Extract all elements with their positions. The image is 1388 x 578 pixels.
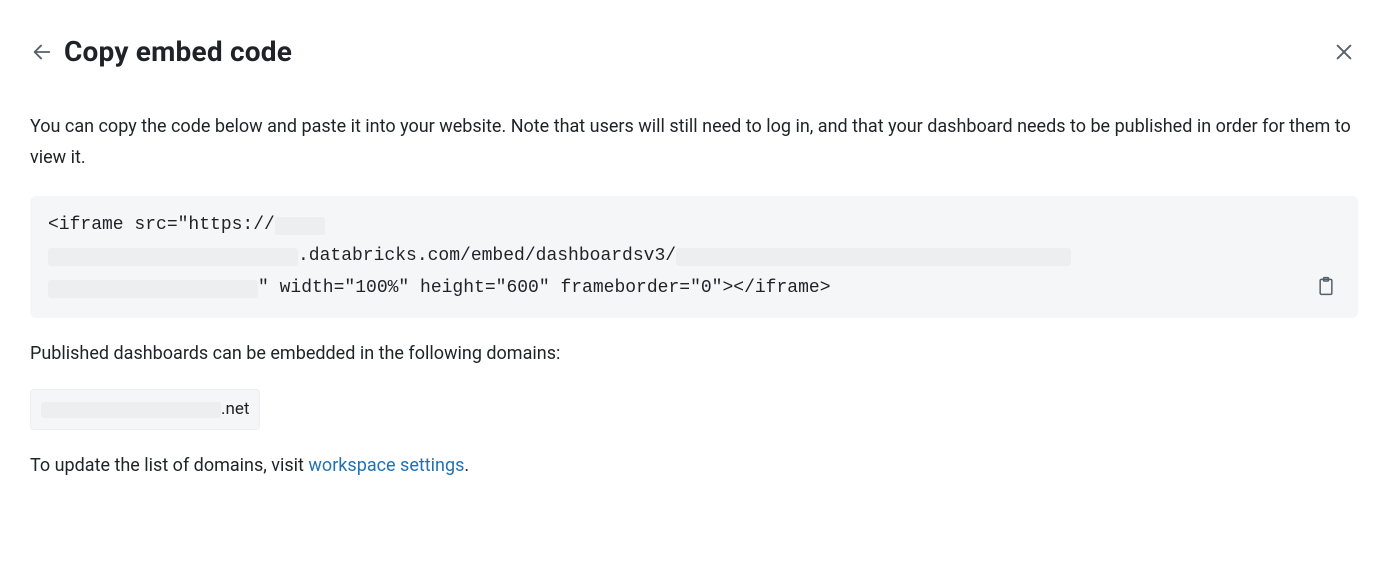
code-fragment-mid1: .databricks.com/embed/dashboardsv3/	[298, 246, 676, 266]
redacted-segment	[48, 248, 298, 266]
close-icon[interactable]	[1330, 38, 1358, 66]
workspace-settings-link[interactable]: workspace settings	[308, 455, 464, 476]
dialog-header: Copy embed code	[30, 30, 1358, 75]
domain-suffix: .net	[221, 396, 249, 423]
update-prefix: To update the list of domains, visit	[30, 455, 308, 476]
back-arrow-icon[interactable]	[30, 40, 54, 64]
update-domains-text: To update the list of domains, visit wor…	[30, 452, 1358, 481]
dialog-title: Copy embed code	[64, 30, 292, 75]
redacted-segment	[48, 280, 258, 298]
redacted-segment	[275, 217, 325, 235]
header-left: Copy embed code	[30, 30, 292, 75]
code-fragment-prefix: <iframe src="https://	[48, 215, 275, 235]
redacted-domain	[41, 402, 221, 418]
embed-code-text[interactable]: <iframe src="https:// .databricks.com/em…	[48, 210, 1300, 305]
domain-chip: .net	[30, 389, 260, 430]
redacted-segment	[676, 248, 1071, 266]
embed-code-block: <iframe src="https:// .databricks.com/em…	[30, 196, 1358, 319]
code-fragment-mid2: " width="100%" height="600" frameborder=…	[258, 278, 831, 298]
update-suffix: .	[464, 455, 469, 476]
copy-icon[interactable]	[1312, 272, 1340, 300]
description-text: You can copy the code below and paste it…	[30, 111, 1358, 174]
domains-label: Published dashboards can be embedded in …	[30, 340, 1358, 369]
